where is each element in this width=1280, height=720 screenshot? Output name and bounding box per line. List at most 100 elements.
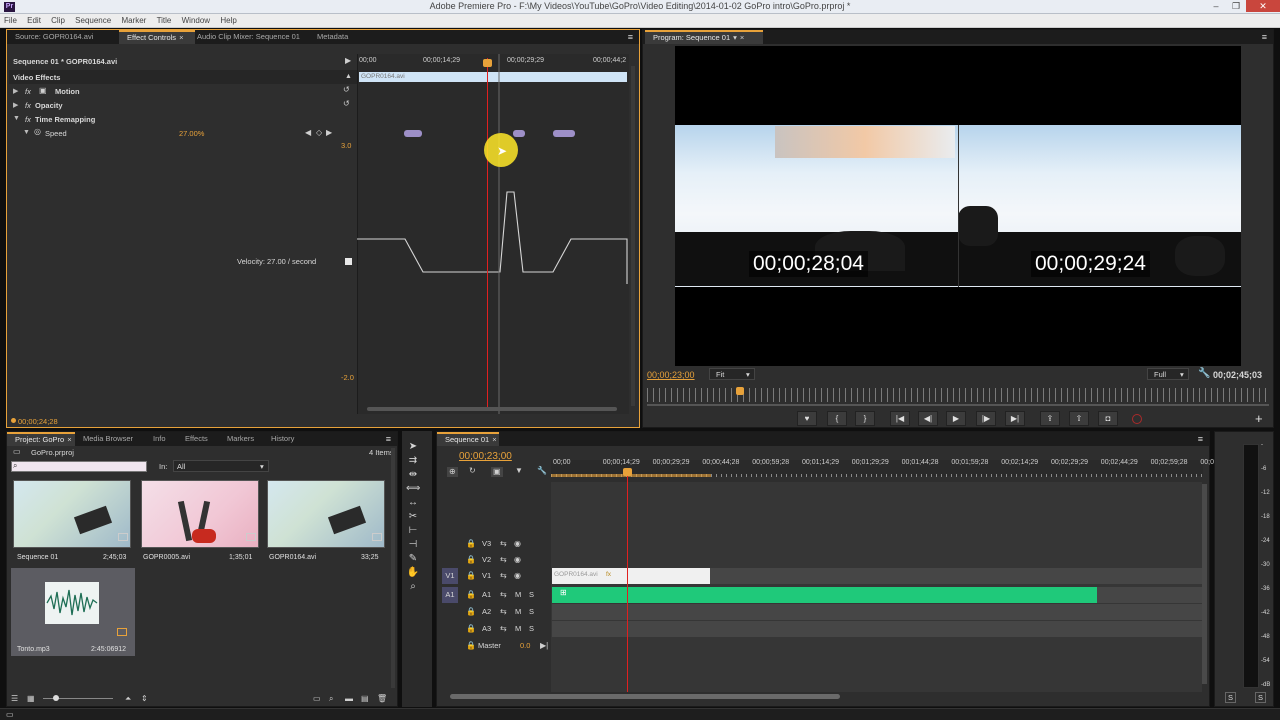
sync-lock-icon[interactable]: ⇆ [500,608,507,616]
project-item-thumbnail[interactable] [13,480,131,548]
next-keyframe-icon[interactable]: ▶ [326,129,332,137]
zoom-tool-icon[interactable]: ⌕ [406,581,420,593]
add-keyframe-icon[interactable]: ◇ [316,129,322,137]
mute-button[interactable]: M [515,590,521,599]
slip-tool-icon[interactable]: ⊢ [406,525,420,537]
step-forward-icon[interactable]: |▶ [976,411,996,426]
mark-in-button[interactable]: { [827,411,847,426]
camera-icon[interactable]: ◘ [1098,411,1118,426]
menu-file[interactable]: File [0,14,21,28]
tab-effect-controls[interactable]: Effect Controls × [119,30,195,44]
tab-effects[interactable]: Effects [177,432,217,446]
lock-icon[interactable]: 🔒 [466,556,476,564]
expand-triangle-icon[interactable]: ▶ [13,101,18,109]
close-icon[interactable]: × [492,435,496,444]
speed-value[interactable]: 27.00% [179,129,204,138]
in-select[interactable]: All ▾ [173,460,269,472]
stopwatch-icon[interactable]: ◎ [34,128,41,136]
menu-edit[interactable]: Edit [23,14,45,28]
go-to-out-button[interactable]: ▶| [1005,411,1025,426]
lock-icon[interactable]: 🔒 [466,642,476,650]
project-item-name[interactable]: GOPR0005.avi [143,554,190,561]
track-select-tool-icon[interactable]: ⇉ [406,455,420,467]
timeline-timecode[interactable]: 00;00;23;00 [459,451,512,462]
solo-button[interactable]: S [529,607,534,616]
source-patch-v1[interactable]: V1 [442,568,458,584]
play-icon[interactable]: ▶ [946,411,966,426]
solo-right-button[interactable]: S [1255,692,1267,703]
quality-select[interactable]: Full ▾ [1147,368,1189,380]
timeline-playhead-line[interactable] [627,470,628,692]
prev-keyframe-icon[interactable]: ◀ [305,129,311,137]
panel-menu-icon[interactable]: ≡ [386,434,391,444]
pen-tool-icon[interactable]: ✎ [406,553,420,565]
project-item-name[interactable]: Sequence 01 [17,554,58,561]
menu-help[interactable]: Help [216,14,240,28]
icon-view-icon[interactable]: ▦ [27,695,35,703]
reset-icon[interactable]: ↺ [343,86,350,94]
sync-lock-icon[interactable]: ⇆ [500,591,507,599]
panel-menu-icon[interactable]: ≡ [1198,434,1203,444]
effect-timecode[interactable]: 00;00;24;28 [18,417,58,426]
tab-sequence[interactable]: Sequence 01 × [437,432,499,446]
marker-icon[interactable]: ▼ [515,467,523,475]
speed-keyframe-marker[interactable] [404,130,422,137]
lock-icon[interactable]: 🔒 [466,625,476,633]
tab-program[interactable]: Program: Sequence 01 ▾ × [645,30,763,44]
lock-icon[interactable]: 🔒 [466,540,476,548]
source-patch-a1[interactable]: A1 [442,587,458,603]
close-icon[interactable]: × [179,33,183,42]
project-item-name[interactable]: GOPR0164.avi [269,554,316,561]
new-bin-icon[interactable]: ▬ [345,695,353,703]
menu-window[interactable]: Window [178,14,214,28]
reset-icon[interactable]: ↺ [343,100,350,108]
horizontal-scrollbar[interactable] [367,407,617,411]
minimize-button[interactable]: – [1206,0,1226,12]
sort-icon[interactable]: ⇕ [141,695,148,703]
collapse-triangle-icon[interactable]: ▼ [13,115,20,122]
tab-project[interactable]: Project: GoPro × [7,432,75,446]
find-icon[interactable]: ⌕ [329,695,333,703]
mute-button[interactable]: M [515,607,521,616]
tab-media-browser[interactable]: Media Browser [75,432,145,446]
program-playhead-handle[interactable] [736,387,745,395]
lock-icon[interactable]: 🔒 [466,608,476,616]
project-scrollbar[interactable] [391,448,395,688]
close-button[interactable]: ✕ [1246,0,1280,12]
program-current-time[interactable]: 00;00;23;00 [647,370,695,380]
snap-icon[interactable]: ⊕ [447,467,458,477]
zoom-slider-handle[interactable] [53,695,59,701]
sync-lock-icon[interactable]: ⇆ [500,572,507,580]
collapse-triangle-icon[interactable]: ▼ [23,129,30,136]
menu-marker[interactable]: Marker [117,14,150,28]
effect-time-remapping[interactable]: Time Remapping [35,115,95,124]
tab-markers[interactable]: Markers [219,432,263,446]
audio-clip[interactable] [552,587,1097,603]
expand-triangle-icon[interactable]: ▶ [13,87,18,95]
timeline-playhead-handle[interactable] [623,468,632,476]
extract-button[interactable]: ⇧ [1069,411,1089,426]
effect-opacity[interactable]: Opacity [35,101,63,110]
bin-icon[interactable]: ▭ [313,695,321,703]
tab-history[interactable]: History [263,432,307,446]
playhead-line[interactable] [487,58,488,410]
wrench-icon[interactable]: 🔧 [1198,369,1210,379]
tab-metadata[interactable]: Metadata [309,30,359,44]
new-item-icon[interactable]: ▤ [361,695,369,703]
collapse-up-icon[interactable]: ▲ [345,73,352,81]
lock-icon[interactable]: 🔒 [466,591,476,599]
vertical-scrollbar[interactable] [631,66,635,406]
speed-keyframe-marker[interactable] [553,130,575,137]
tab-info[interactable]: Info [145,432,173,446]
plus-icon[interactable]: + [1255,411,1263,426]
lock-icon[interactable]: 🔒 [466,572,476,580]
project-item-thumbnail[interactable] [141,480,259,548]
fit-select[interactable]: Fit ▾ [709,368,755,380]
go-to-in-button[interactable]: |◀ [890,411,910,426]
menu-sequence[interactable]: Sequence [71,14,115,28]
video-frame[interactable]: 00;00;28;04 00;00;29;24 [675,46,1241,366]
step-back-icon[interactable]: ◀| [918,411,938,426]
slide-tool-icon[interactable]: ⊣ [406,539,420,551]
add-marker-button[interactable]: ♥ [797,411,817,426]
timeline-h-scrollbar[interactable] [450,694,840,699]
